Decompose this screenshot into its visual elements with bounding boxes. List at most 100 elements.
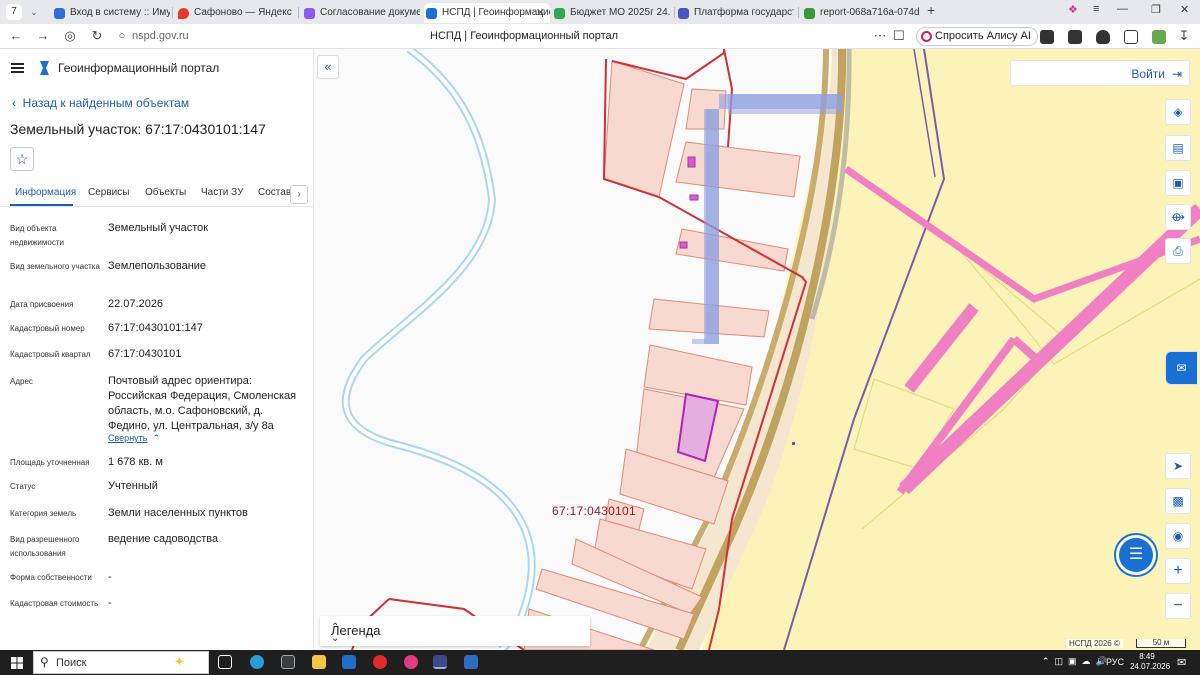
yandex-icon[interactable] — [373, 655, 387, 669]
property-value: 67:17:0430101 — [108, 348, 182, 360]
browser-tab-6[interactable]: Платформа государстве — [676, 3, 794, 23]
menu-icon[interactable]: ≡ — [1093, 3, 1099, 15]
page-title-text: НСПД | Геоинформационный портал — [430, 30, 619, 42]
yandex-browser-icon[interactable] — [433, 655, 447, 669]
windows-start-icon[interactable] — [11, 657, 23, 669]
map-pin-favicon-icon — [178, 8, 189, 19]
tab-manager-icon[interactable]: ❖ — [1068, 3, 1078, 16]
map-canvas[interactable] — [314, 49, 1200, 650]
restore-icon[interactable]: ❐ — [1151, 3, 1161, 16]
browser-tab-2[interactable]: Сафоново — Яндекс Карт — [176, 3, 294, 23]
property-value: Учтенный — [108, 480, 158, 492]
reload-icon[interactable]: ↻ — [89, 28, 105, 44]
property-label: Площадь уточненная — [10, 458, 90, 467]
site-favicon-icon — [554, 8, 565, 19]
windows-taskbar: ⚲ Поиск ✦ ⌃ ◫ ▣ ☁ 🔊 РУС 8:49 24.07.2026 … — [0, 650, 1200, 675]
system-tray-icons[interactable]: ⌃ ◫ ▣ ☁ 🔊 — [1042, 656, 1107, 667]
building — [792, 442, 795, 445]
login-button[interactable]: Войти ⇥ — [1010, 60, 1190, 86]
extension-icon[interactable] — [1040, 30, 1054, 44]
minimize-icon[interactable]: — — [1117, 3, 1128, 15]
select-area-button[interactable]: ▣ — [1165, 170, 1191, 196]
map-view[interactable]: 67:17:0430101 « Войти ⇥ ◈ ▤ ▣ ⟴ ⎙ ✉ ➤ ▩ … — [314, 49, 1200, 650]
chevron-left-icon: ‹ — [12, 96, 23, 110]
locate-button[interactable]: ➤ — [1165, 453, 1191, 479]
collapse-address-link[interactable]: Свернуть ⌃ — [108, 433, 160, 444]
tab-objects[interactable]: Объекты — [145, 187, 186, 198]
hamburger-menu-icon[interactable] — [11, 63, 24, 73]
assistant-tab-button[interactable]: ✉ — [1165, 351, 1198, 385]
browser-tab-7[interactable]: report-068a716a-074d-48 — [802, 3, 920, 23]
new-tab-button[interactable]: + — [927, 2, 935, 18]
shield-icon[interactable]: ◎ — [62, 28, 78, 44]
ruler-button[interactable]: ▤ — [1165, 135, 1191, 161]
close-window-icon[interactable]: ✕ — [1180, 3, 1189, 16]
chat-button[interactable]: ☰ — [1116, 535, 1156, 575]
property-value: - — [108, 571, 112, 583]
download-icon[interactable]: ↧ — [1176, 28, 1192, 44]
browser-tab-5[interactable]: Бюджет МО 2025г 24.2.28 — [552, 3, 670, 23]
mail-icon[interactable] — [342, 655, 356, 669]
close-tab-icon[interactable]: ✕ — [536, 3, 545, 23]
property-label: Вид разрешенного использования — [10, 535, 80, 558]
property-label: Дата присвоения — [10, 300, 74, 309]
browser-tab-3[interactable]: Согласование документо — [302, 3, 420, 23]
minimap-button[interactable]: ▩ — [1165, 488, 1191, 514]
back-arrow-icon[interactable]: ← — [8, 28, 24, 44]
share-button[interactable]: ⟴ — [1165, 204, 1191, 230]
building — [679, 241, 688, 249]
forward-arrow-icon[interactable]: → — [35, 28, 51, 44]
extension-icon[interactable] — [1068, 30, 1082, 44]
edge-browser-icon[interactable] — [250, 655, 264, 669]
browser-tab-1[interactable]: Вход в систему :: Имущес — [52, 3, 170, 23]
browser-tab-active[interactable]: НСПД | Геоинформацио ✕ — [424, 3, 550, 23]
notification-icon[interactable]: ✉ — [1177, 656, 1186, 669]
property-label: Кадастровая стоимость — [10, 599, 99, 608]
lock-icon[interactable]: ○ — [114, 28, 130, 44]
property-value: 1 678 кв. м — [108, 456, 163, 468]
layers-button[interactable]: ◈ — [1165, 99, 1191, 125]
ask-alice-button[interactable]: Спросить Алису AI — [916, 27, 1038, 46]
plus-icon: + — [1173, 562, 1183, 579]
taskbar-search-box[interactable]: ⚲ Поиск ✦ — [33, 651, 209, 674]
address-value: Почтовый адрес ориентира: Российская Фед… — [108, 375, 297, 432]
task-view-icon[interactable] — [218, 655, 232, 669]
store-icon[interactable] — [281, 655, 295, 669]
property-value: 22.07.2026 — [108, 298, 164, 310]
legend-panel[interactable]: Легенда ⌃ ⌄ — [320, 616, 590, 646]
bookmark-icon[interactable]: ☐ — [891, 28, 907, 44]
more-dots-icon[interactable]: ⋯ — [872, 28, 888, 44]
minimap-icon: ▩ — [1172, 494, 1184, 508]
property-value: Земельный участок — [108, 222, 209, 234]
minus-icon: − — [1173, 597, 1183, 614]
tab-services[interactable]: Сервисы — [88, 187, 129, 198]
url-text[interactable]: nspd.gov.ru — [132, 30, 189, 42]
browser-tab-strip: 7 ⌄ Вход в систему :: Имущес Сафоново — … — [0, 0, 1200, 24]
property-value: Земли населенных пунктов — [108, 507, 248, 519]
tab-list-chevron-icon[interactable]: ⌄ — [26, 4, 42, 20]
sparkle-icon: ✦ — [174, 654, 185, 669]
file-explorer-icon[interactable] — [312, 655, 326, 669]
tab-count-badge[interactable]: 7 — [6, 4, 22, 20]
print-button[interactable]: ⎙ — [1165, 238, 1191, 264]
app-icon[interactable] — [404, 655, 418, 669]
remote-desktop-icon[interactable] — [464, 655, 478, 669]
scale-bar: 50 м — [1136, 639, 1186, 648]
zoom-in-button[interactable]: + — [1165, 558, 1191, 584]
zoom-out-button[interactable]: − — [1165, 593, 1191, 619]
collapse-panel-button[interactable]: « — [317, 55, 339, 79]
extension-icon[interactable] — [1124, 30, 1138, 44]
favorite-star-button[interactable]: ☆ — [10, 147, 34, 171]
tab-composition[interactable]: Состав — [258, 187, 291, 198]
tab-land-parts[interactable]: Части ЗУ — [201, 187, 243, 198]
clock[interactable]: 8:49 24.07.2026 — [1130, 652, 1170, 672]
site-favicon-icon — [304, 8, 315, 19]
extension-icon[interactable] — [1152, 30, 1166, 44]
language-indicator[interactable]: РУС — [1106, 657, 1124, 667]
chat-bubble-icon: ☰ — [1128, 546, 1144, 563]
street-view-button[interactable]: ◉ — [1165, 523, 1191, 549]
extension-icon[interactable] — [1096, 30, 1110, 44]
back-to-results-link[interactable]: ‹ Назад к найденным объектам — [12, 96, 189, 110]
tabs-scroll-right-button[interactable]: › — [290, 185, 308, 204]
tab-information[interactable]: Информация — [15, 187, 76, 198]
